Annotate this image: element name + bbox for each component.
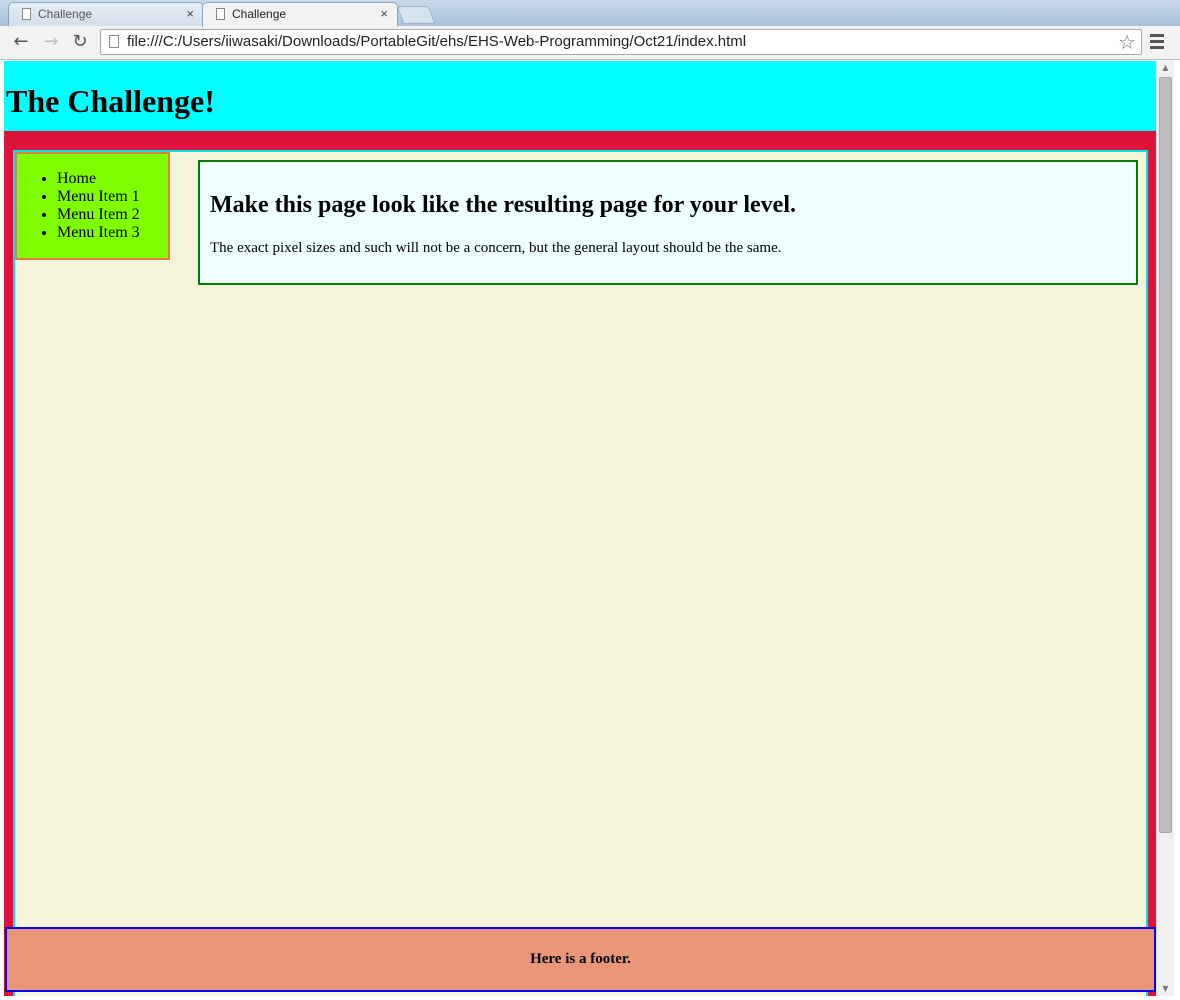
panel-text: The exact pixel sizes and such will not … xyxy=(210,240,782,256)
page-footer: Here is a footer. xyxy=(5,927,1156,992)
nav-list: Home Menu Item 1 Menu Item 2 Menu Item 3 xyxy=(17,170,140,242)
nav-item-menu-2[interactable]: Menu Item 2 xyxy=(57,206,140,224)
reload-icon[interactable]: ↻ xyxy=(69,31,91,53)
main-wrapper: Home Menu Item 1 Menu Item 2 Menu Item 3… xyxy=(4,131,1156,996)
new-tab-button[interactable] xyxy=(396,6,436,24)
browser-toolbar: ← → ↻ file:///C:/Users/iiwasaki/Download… xyxy=(0,26,1180,60)
instruction-panel: Make this page look like the resulting p… xyxy=(198,160,1138,285)
tab-challenge-2[interactable]: Challenge × xyxy=(202,2,398,27)
file-icon xyxy=(109,35,119,48)
footer-text: Here is a footer. xyxy=(530,951,631,967)
bookmark-star-icon[interactable]: ☆ xyxy=(1118,30,1136,54)
back-arrow-icon[interactable]: ← xyxy=(10,31,32,53)
nav-item-menu-1[interactable]: Menu Item 1 xyxy=(57,188,140,206)
tab-strip: Challenge × Challenge × xyxy=(0,0,1180,27)
nav-item-home[interactable]: Home xyxy=(57,170,140,188)
sidebar-nav: Home Menu Item 1 Menu Item 2 Menu Item 3 xyxy=(15,152,170,260)
close-tab-icon[interactable]: × xyxy=(380,6,388,21)
page-title: The Challenge! xyxy=(6,83,215,119)
close-tab-icon[interactable]: × xyxy=(186,6,194,21)
nav-item-menu-3[interactable]: Menu Item 3 xyxy=(57,224,140,242)
address-bar[interactable]: file:///C:/Users/iiwasaki/Downloads/Port… xyxy=(100,29,1142,55)
tab-challenge-1[interactable]: Challenge × xyxy=(8,2,204,26)
hamburger-menu-icon[interactable] xyxy=(1150,34,1164,50)
scroll-down-arrow-icon[interactable]: ▼ xyxy=(1157,982,1174,996)
forward-arrow-icon[interactable]: → xyxy=(40,31,62,53)
url-text[interactable]: file:///C:/Users/iiwasaki/Downloads/Port… xyxy=(127,33,746,50)
scroll-up-arrow-icon[interactable]: ▲ xyxy=(1157,61,1174,75)
page-icon xyxy=(216,8,225,20)
scrollbar-thumb[interactable] xyxy=(1159,77,1172,833)
content-area: Home Menu Item 1 Menu Item 2 Menu Item 3… xyxy=(13,150,1148,996)
site-header: The Challenge! xyxy=(4,61,1156,131)
panel-heading: Make this page look like the resulting p… xyxy=(210,192,796,218)
vertical-scrollbar[interactable]: ▲ ▼ xyxy=(1156,61,1174,996)
tab-title: Challenge xyxy=(38,7,93,21)
page-viewport: The Challenge! Home Menu Item 1 Menu Ite… xyxy=(4,61,1156,996)
tab-title: Challenge xyxy=(232,7,287,21)
page-icon xyxy=(22,8,31,20)
